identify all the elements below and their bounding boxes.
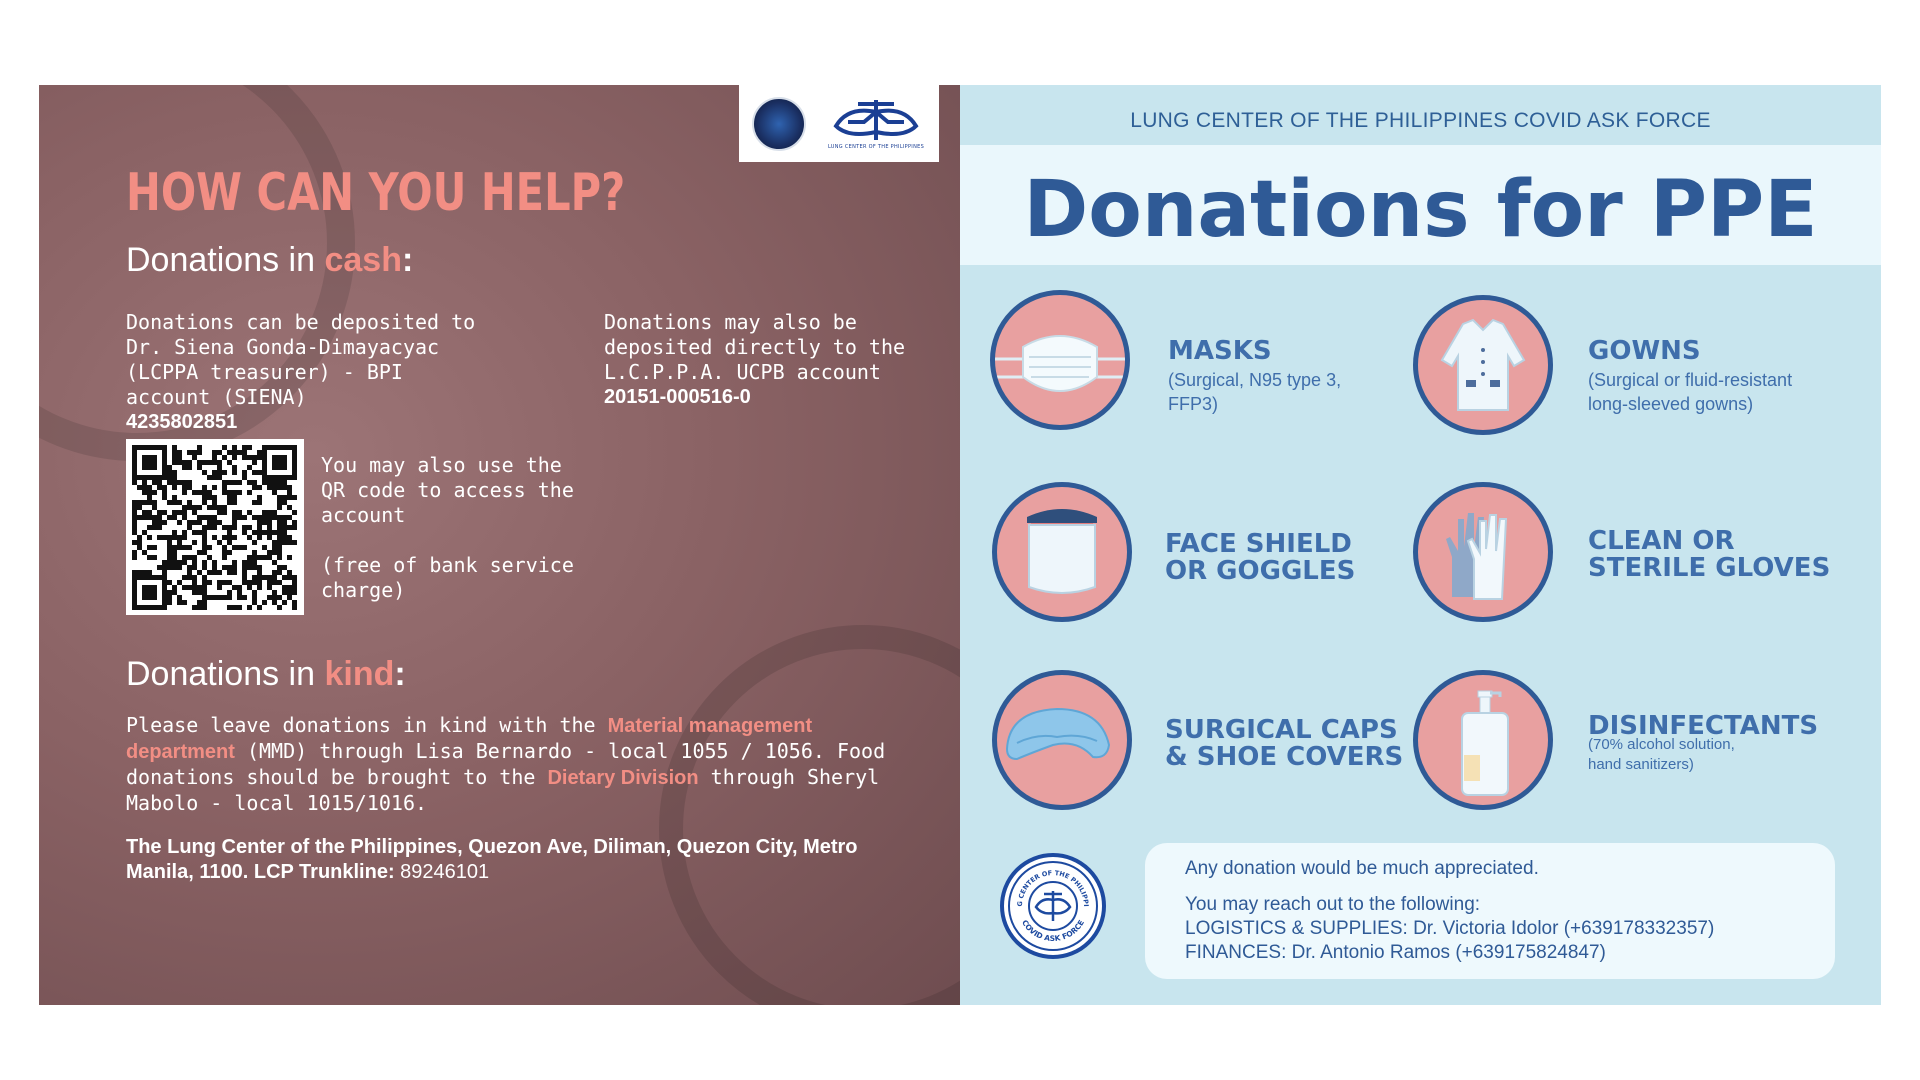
covid-ask-force-seal-icon [752, 96, 806, 151]
logo-box: LUNG CENTER OF THE PHILIPPINES [739, 85, 939, 162]
surgical-cap-icon [992, 670, 1132, 810]
item-subtitle: long-sleeved gowns) [1588, 394, 1754, 414]
reach-out-line: You may reach out to the following: [1185, 894, 1481, 915]
qr-instructions: You may also use the QR code to access t… [321, 453, 581, 603]
kind-heading: Donations in kind: [126, 655, 406, 694]
item-subtitle: hand sanitizers) [1588, 756, 1694, 773]
logistics-contact: LOGISTICS & SUPPLIES: Dr. Victoria Idolo… [1185, 918, 1715, 939]
item-title: STERILE GLOVES [1588, 553, 1831, 583]
cash-heading-text: Donations in [126, 241, 325, 279]
ucpb-account-number: 20151-000516-0 [604, 386, 751, 408]
bpi-account-number: 4235802851 [126, 411, 238, 433]
right-panel: LUNG CENTER OF THE PHILIPPINES COVID ASK… [960, 85, 1881, 1005]
item-title: & SHOE COVERS [1165, 742, 1404, 772]
kind-heading-highlight: kind [324, 655, 395, 693]
left-panel: LUNG CENTER OF THE PHILIPPINES HOW CAN Y… [39, 85, 960, 1005]
ucpb-text: Donations may also be deposited directly… [604, 310, 906, 384]
item-title: FACE SHIELD [1165, 529, 1352, 559]
item-title: SURGICAL CAPS [1165, 715, 1398, 745]
bpi-text: Donations can be deposited to Dr. Siena … [126, 310, 476, 409]
cash-heading-highlight: cash [324, 241, 402, 279]
cash-heading-colon: : [401, 241, 414, 279]
mask-icon [990, 290, 1130, 430]
kind-heading-text: Donations in [126, 655, 325, 693]
sanitizer-icon [1413, 670, 1553, 810]
dietary-division: Dietary Division [547, 767, 699, 789]
logo-caption: LUNG CENTER OF THE PHILIPPINES [827, 143, 925, 150]
contact-box: Any donation would be much appreciated. … [1145, 843, 1835, 979]
appreciation-line: Any donation would be much appreciated. [1185, 858, 1539, 879]
qr-finder-center [142, 455, 157, 470]
face-shield-icon [992, 482, 1132, 622]
qr-code-icon [132, 445, 297, 610]
item-title: MASKS [1168, 336, 1272, 366]
qr-finder-center [272, 455, 287, 470]
covid-ask-force-seal: LUNG CENTER OF THE PHILIPPINES COVID ASK… [1000, 851, 1106, 959]
item-title: GOWNS [1588, 336, 1701, 366]
kind-instructions: Please leave donations in kind with the … [126, 713, 926, 816]
lung-center-logo-icon [833, 99, 919, 140]
trunkline-number: 89246101 [394, 861, 490, 883]
cash-option-ucpb: Donations may also be deposited directly… [604, 310, 924, 410]
address: The Lung Center of the Philippines, Quez… [126, 835, 926, 885]
lung-center-logo: LUNG CENTER OF THE PHILIPPINES [826, 98, 926, 150]
item-title: CLEAN OR [1588, 526, 1735, 556]
gown-icon [1413, 295, 1553, 435]
qr-instruction-line: You may also use the QR code to access t… [321, 453, 574, 527]
page-title: HOW CAN YOU HELP? [126, 163, 626, 223]
item-subtitle: (70% alcohol solution, [1588, 736, 1735, 753]
ppe-title: Donations for PPE [1023, 165, 1818, 255]
qr-fee-note: (free of bank service charge) [321, 553, 574, 602]
qr-code[interactable] [126, 439, 304, 615]
qr-finder-center [142, 585, 157, 600]
finances-contact: FINANCES: Dr. Antonio Ramos (+6391758248… [1185, 942, 1606, 963]
kind-heading-colon: : [394, 655, 406, 693]
item-subtitle: (Surgical or fluid-resistant [1588, 370, 1793, 390]
address-text: The Lung Center of the Philippines, Quez… [126, 836, 858, 883]
item-subtitle: (Surgical, N95 type 3, [1168, 370, 1342, 390]
gloves-icon [1413, 482, 1553, 622]
item-title: OR GOGGLES [1165, 556, 1356, 586]
kind-text-1: Please leave donations in kind with the [126, 713, 608, 737]
cash-option-bpi: Donations can be deposited to Dr. Siena … [126, 310, 496, 435]
cash-heading: Donations in cash: [126, 241, 413, 280]
item-subtitle: FFP3) [1168, 394, 1219, 414]
org-name: LUNG CENTER OF THE PHILIPPINES COVID ASK… [1130, 109, 1711, 132]
covid-ask-force-seal-icon: LUNG CENTER OF THE PHILIPPINES COVID ASK… [1001, 851, 1098, 951]
